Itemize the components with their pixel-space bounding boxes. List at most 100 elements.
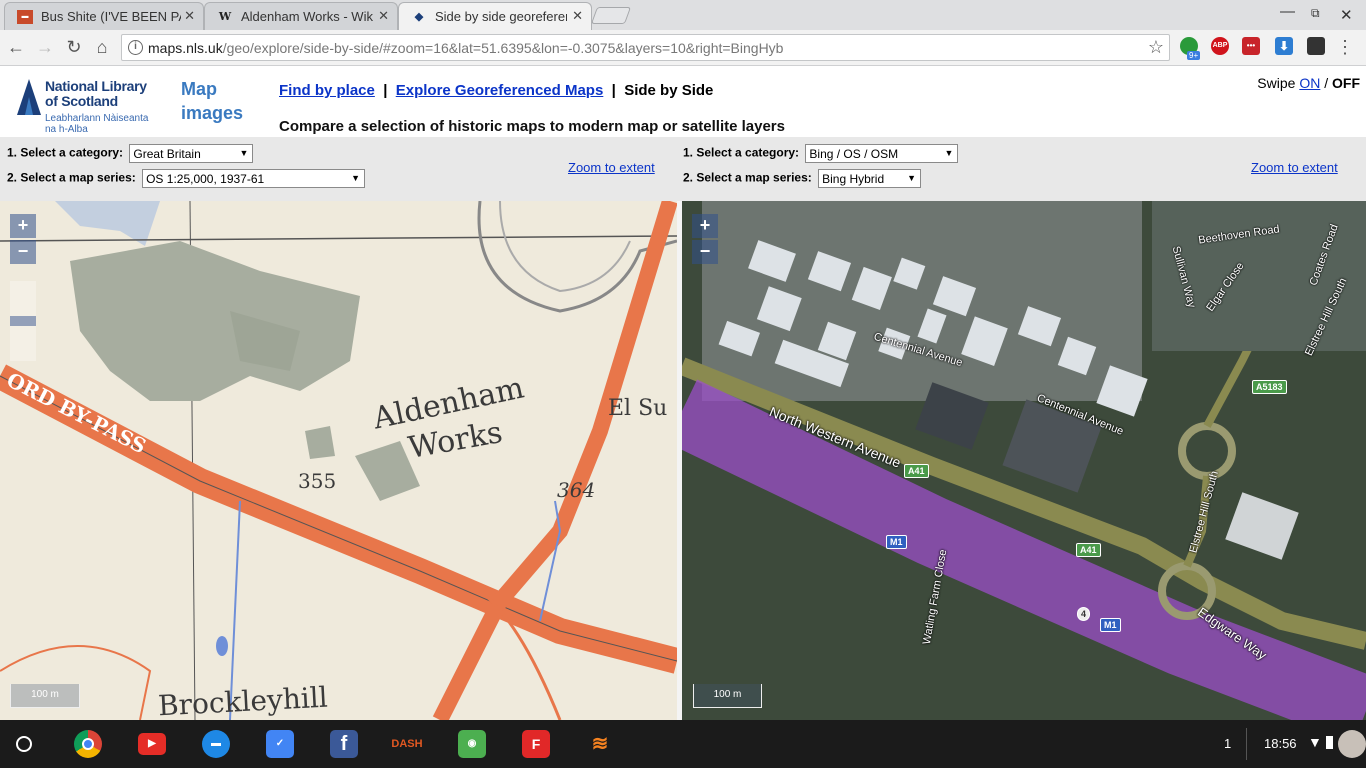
right-category-value: Bing / OS / OSM [809,147,899,161]
url-host: maps.nls.uk [148,40,223,56]
satellite-map-pane[interactable]: Beethoven Road Sullivan Way Elgar Close … [682,201,1366,720]
swipe-label: Swipe [1257,75,1296,91]
page-nav: Find by place | Explore Georeferenced Ma… [279,82,714,99]
right-series-label: 2. Select a map series: [683,170,812,185]
left-series-select[interactable]: OS 1:25,000, 1937-61 ▼ [142,169,366,188]
find-by-place-link[interactable]: Find by place [279,82,375,99]
road-shield-a41: A41 [904,464,929,478]
dropdown-arrow-icon: ▼ [351,173,361,183]
extension-dots-icon[interactable]: ••• [1242,37,1260,55]
junction-marker-4: 4 [1077,607,1091,621]
tab-title: Side by side georeferenc [435,9,567,24]
left-category-select[interactable]: Great Britain ▼ [129,144,254,163]
map-images-line1: Map [181,79,217,99]
status-tray[interactable]: 1 18:56 ▼ [1196,720,1366,768]
tab-title: Bus Shite (I'VE BEEN PA [41,9,181,24]
youtube-icon[interactable]: ▶ [138,733,166,755]
extension-incognito-icon[interactable] [1307,37,1325,55]
flipboard-icon[interactable]: F [522,730,550,758]
bus-favicon: ▬ [17,10,33,24]
close-icon[interactable]: ✕ [378,8,389,24]
dash-icon[interactable]: DASH [390,730,424,758]
back-icon[interactable]: ← [5,37,27,58]
extension-badge: 9+ [1187,51,1201,60]
road-shield-m1: M1 [886,535,907,549]
menu-icon[interactable]: ⋮ [1336,37,1354,58]
minimize-icon[interactable]: — [1280,3,1295,20]
swipe-on-link[interactable]: ON [1299,75,1320,91]
restore-icon[interactable]: ⧉ [1311,6,1320,21]
road-shield-m1: M1 [1100,618,1121,632]
address-bar[interactable]: i maps.nls.uk/geo/explore/side-by-side/#… [121,34,1170,61]
left-zoom-slider[interactable] [10,281,36,361]
launcher-icon[interactable] [16,736,32,752]
current-page-label: Side by Side [624,82,714,99]
forward-icon[interactable]: → [34,37,56,58]
right-category-select[interactable]: Bing / OS / OSM ▼ [805,144,959,163]
battery-icon [1326,736,1333,749]
toggle-app-icon[interactable]: ◉ [458,730,486,758]
nls-favicon: ◆ [414,11,424,23]
swipe-off-label: OFF [1332,75,1360,91]
home-icon[interactable]: ⌂ [91,37,113,58]
page-subtitle: Compare a selection of historic maps to … [279,118,785,135]
right-zoom-in-button[interactable]: + [692,214,718,238]
satellite-map-drawing [682,201,1366,720]
os-shelf: ▶ ▬ ✓ f DASH ◉ F ≋ 1 18:56 ▼ [0,720,1366,768]
chrome-icon[interactable] [74,730,102,758]
right-series-value: Bing Hybrid [822,172,885,186]
tab-bus-shite[interactable]: ▬ Bus Shite (I'VE BEEN PA ✕ [4,2,204,30]
files-icon[interactable]: ▬ [202,730,230,758]
tab-aldenham-works[interactable]: W Aldenham Works - Wikip ✕ [204,2,398,30]
nls-logo[interactable]: National Library of Scotland Leabharlann … [15,73,155,135]
tray-divider [1246,728,1247,760]
left-zoom-in-button[interactable]: + [10,214,36,238]
new-tab-button[interactable] [590,7,632,24]
close-icon[interactable]: ✕ [572,8,583,24]
right-series-select[interactable]: Bing Hybrid ▼ [818,169,922,188]
left-scale-bar: 100 m [10,684,80,708]
clock: 18:56 [1264,736,1297,751]
close-icon[interactable]: ✕ [184,8,195,24]
left-category-label: 1. Select a category: [7,145,124,160]
left-zoom-to-extent-link[interactable]: Zoom to extent [568,160,655,175]
logo-line2: of Scotland [45,93,118,109]
close-window-icon[interactable]: ✕ [1340,6,1353,24]
right-zoom-out-button[interactable]: − [692,240,718,264]
logo-line1: National Library [45,78,147,94]
map-images-link[interactable]: Map images [181,77,251,125]
left-zoom-out-button[interactable]: − [10,240,36,264]
url-text: maps.nls.uk/geo/explore/side-by-side/#zo… [148,40,783,56]
left-series-value: OS 1:25,000, 1937-61 [146,172,265,186]
info-icon[interactable]: i [128,40,143,55]
reload-icon[interactable]: ↻ [63,37,85,58]
right-series-row: 2. Select a map series: Bing Hybrid ▼ [683,169,922,188]
stack-icon[interactable]: ≋ [586,730,614,758]
map-images-line2: images [181,103,244,123]
nls-logo-mark [17,79,41,115]
map-label-355: 355 [298,469,337,493]
left-category-row: 1. Select a category: Great Britain ▼ [7,144,254,163]
swipe-toggle: Swipe ON / OFF [1257,75,1360,91]
left-series-row: 2. Select a map series: OS 1:25,000, 193… [7,169,366,188]
map-controls: 1. Select a category: Great Britain ▼ 2. … [0,137,1366,201]
inbox-icon[interactable]: ✓ [266,730,294,758]
facebook-icon[interactable]: f [330,730,358,758]
zoom-slider-handle[interactable] [10,316,36,326]
bookmark-star-icon[interactable]: ☆ [1148,37,1164,58]
avatar[interactable] [1338,730,1366,758]
logo-gaelic-line1: Leabharlann Nàiseanta [45,113,149,124]
explore-maps-link[interactable]: Explore Georeferenced Maps [396,82,604,99]
dropdown-arrow-icon: ▼ [944,148,954,158]
dropdown-arrow-icon: ▼ [907,173,917,183]
notification-count[interactable]: 1 [1224,736,1231,751]
left-series-label: 2. Select a map series: [7,170,136,185]
adblock-icon[interactable]: ABP [1211,37,1229,55]
tab-side-by-side[interactable]: ◆ Side by side georeferenc ✕ [398,2,592,30]
wifi-icon: ▼ [1308,734,1322,750]
right-zoom-to-extent-link[interactable]: Zoom to extent [1251,160,1338,175]
historic-map-pane[interactable]: Aldenham Works ORD BY-PASS 355 364 El Su… [0,201,677,720]
logo-text: National Library of Scotland [45,79,147,109]
download-icon[interactable]: ⬇ [1275,37,1293,55]
tab-title: Aldenham Works - Wikip [241,9,373,24]
